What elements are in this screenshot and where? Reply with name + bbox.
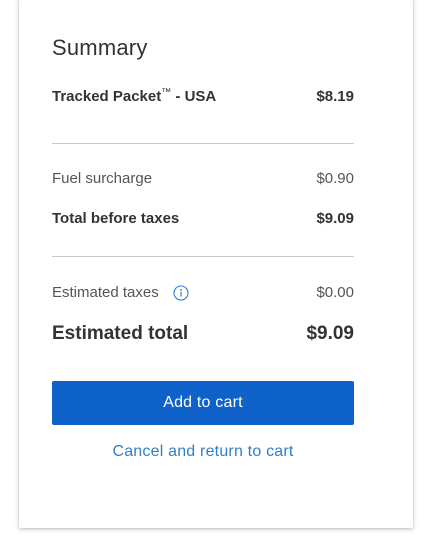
estimated-total-label: Estimated total (52, 323, 189, 344)
estimated-taxes-value: $0.00 (316, 283, 354, 301)
total-before-taxes-label: Total before taxes (52, 210, 180, 227)
summary-title: Summary (52, 35, 148, 60)
total-before-taxes-value: $9.09 (316, 210, 354, 227)
fuel-surcharge-row: Fuel surcharge $0.90 (52, 170, 354, 187)
estimated-taxes-label-group: Estimated taxes (52, 283, 189, 301)
service-price: $8.19 (316, 88, 354, 105)
info-icon[interactable] (173, 285, 189, 301)
fuel-surcharge-label: Fuel surcharge (52, 170, 153, 187)
service-name: Tracked Packet™ - USA (52, 87, 217, 106)
divider (52, 143, 354, 144)
divider (52, 256, 354, 257)
estimated-taxes-row: Estimated taxes $0.00 (52, 283, 354, 301)
estimated-taxes-label: Estimated taxes (52, 283, 159, 301)
service-row: Tracked Packet™ - USA $8.19 (52, 87, 354, 106)
cancel-return-link[interactable]: Cancel and return to cart (52, 443, 354, 461)
estimated-total-row: Estimated total $9.09 (52, 323, 354, 345)
add-to-cart-button[interactable]: Add to cart (52, 381, 354, 425)
trademark-symbol: ™ (161, 87, 172, 98)
total-before-taxes-row: Total before taxes $9.09 (52, 210, 354, 227)
estimated-total-value: $9.09 (306, 323, 354, 344)
fuel-surcharge-value: $0.90 (316, 170, 354, 187)
